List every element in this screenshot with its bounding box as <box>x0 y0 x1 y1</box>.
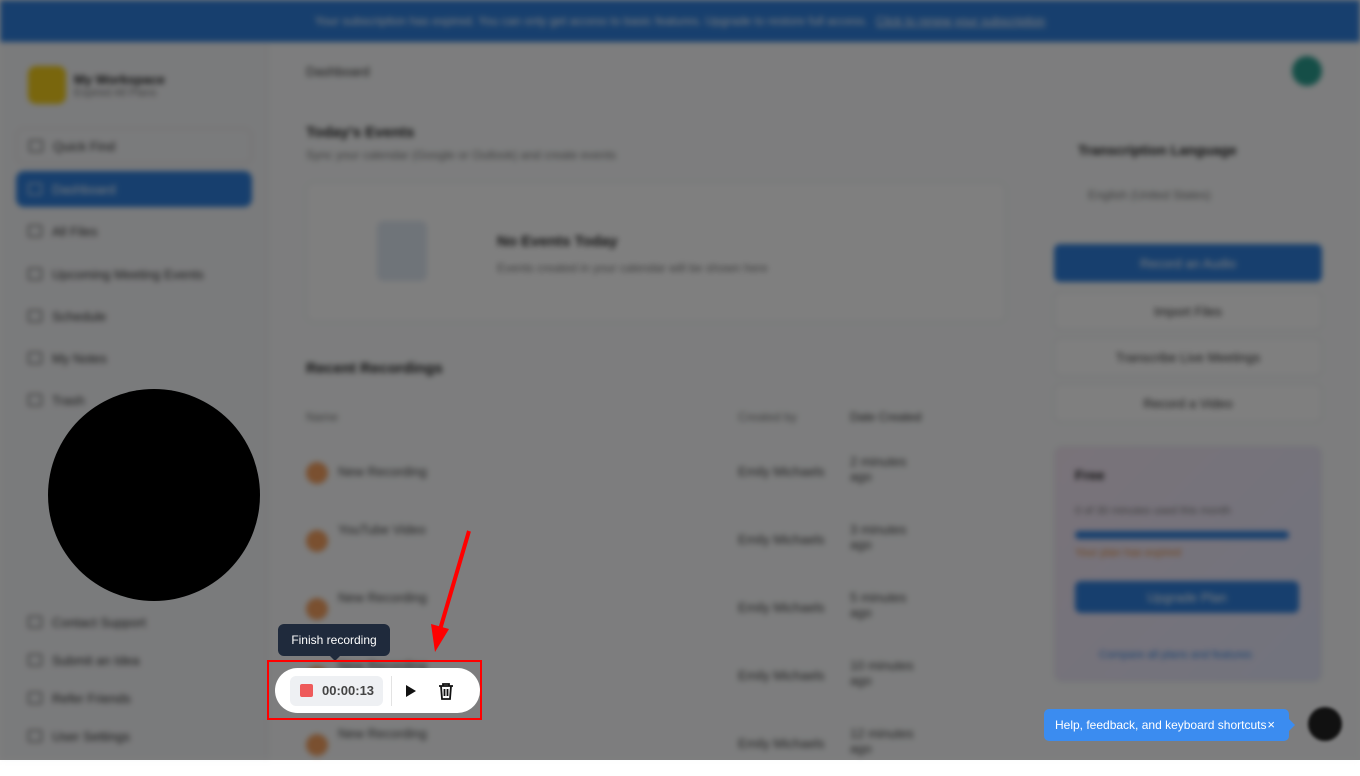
redaction-circle <box>48 389 260 601</box>
close-icon[interactable]: × <box>1267 717 1275 732</box>
finish-recording-tooltip: Finish recording <box>278 624 390 661</box>
annotation-arrow <box>431 530 471 652</box>
modal-scrim <box>0 0 1360 760</box>
help-button[interactable] <box>1308 707 1342 741</box>
help-tooltip: Help, feedback, and keyboard shortcuts × <box>1044 709 1295 741</box>
annotation-highlight-box <box>267 660 482 720</box>
